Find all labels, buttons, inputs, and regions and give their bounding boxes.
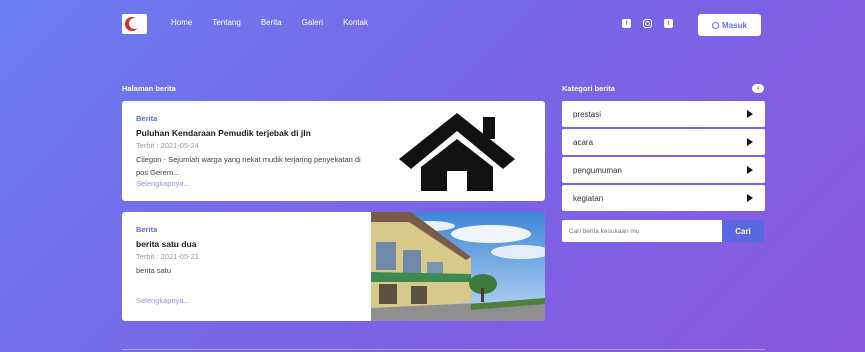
card-title[interactable]: Puluhan Kendaraan Pemudik terjebak di jl… <box>136 128 311 138</box>
category-label: kegiatan <box>573 193 604 203</box>
category-item-kegiatan[interactable]: kegiatan <box>562 185 765 211</box>
login-button[interactable]: Masuk <box>698 14 761 36</box>
news-card[interactable]: Berita berita satu dua Terbit : 2021-05-… <box>122 212 545 321</box>
card-title[interactable]: berita satu dua <box>136 239 196 249</box>
news-card[interactable]: Berita Puluhan Kendaraan Pemudik terjeba… <box>122 101 545 201</box>
card-category: Berita <box>136 114 158 123</box>
category-list: prestasi acara pengumuman kegiatan <box>562 101 765 213</box>
nav-berita[interactable]: Berita <box>261 18 282 27</box>
card-category: Berita <box>136 225 158 234</box>
caret-right-icon <box>747 166 753 174</box>
read-more-link[interactable]: Selengkapnya... <box>136 179 190 188</box>
nav-galeri[interactable]: Galeri <box>302 18 323 27</box>
card-date: Terbit : 2021-05-24 <box>136 141 199 150</box>
login-label: Masuk <box>722 20 747 30</box>
instagram-icon[interactable] <box>643 19 652 28</box>
caret-right-icon <box>747 138 753 146</box>
social-links: f t <box>622 19 673 28</box>
nav-kontak[interactable]: Kontak <box>343 18 368 27</box>
building-photo <box>371 212 545 321</box>
power-icon <box>712 21 720 29</box>
nav-tentang[interactable]: Tentang <box>212 18 240 27</box>
twitter-icon[interactable]: t <box>664 19 673 28</box>
category-heading: Kategori berita <box>562 84 615 93</box>
crescent-logo-icon <box>125 17 140 31</box>
card-excerpt: Cilegon - Sejumlah warga yang nekat mudi… <box>136 155 361 177</box>
nav-links: Home Tentang Berita Galeri Kontak <box>171 18 388 27</box>
search-input[interactable] <box>562 220 722 242</box>
category-label: pengumuman <box>573 165 622 175</box>
read-more-link[interactable]: Selengkapnya... <box>136 296 190 305</box>
house-icon <box>399 113 515 191</box>
category-label: prestasi <box>573 109 602 119</box>
card-date: Terbit : 2021-05-21 <box>136 252 199 261</box>
news-heading: Halaman berita <box>122 84 176 93</box>
navbar: Home Tentang Berita Galeri Kontak f t Ma… <box>122 14 762 38</box>
caret-right-icon <box>747 110 753 118</box>
category-count-badge: 4 <box>752 84 764 93</box>
caret-right-icon <box>747 194 753 202</box>
card-excerpt: berita satu <box>136 266 172 275</box>
category-item-acara[interactable]: acara <box>562 129 765 155</box>
category-item-pengumuman[interactable]: pengumuman <box>562 157 765 183</box>
nav-home[interactable]: Home <box>171 18 192 27</box>
logo[interactable] <box>122 14 147 34</box>
category-item-prestasi[interactable]: prestasi <box>562 101 765 127</box>
facebook-icon[interactable]: f <box>622 19 631 28</box>
search-button[interactable]: Cari <box>722 220 764 242</box>
category-label: acara <box>573 137 594 147</box>
footer-divider <box>122 349 765 350</box>
